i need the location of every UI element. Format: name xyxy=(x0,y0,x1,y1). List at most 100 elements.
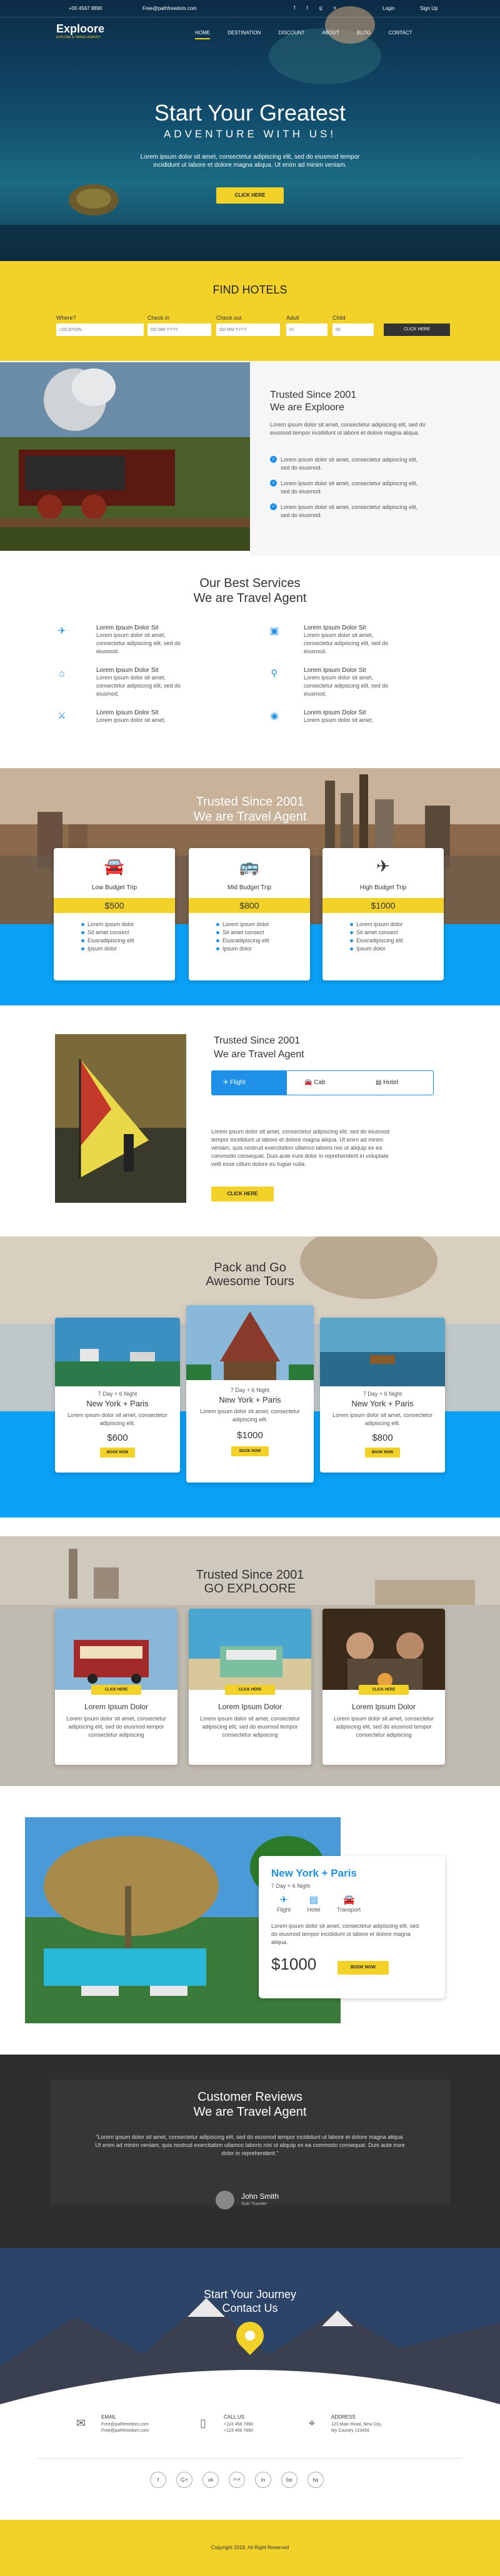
journey-title: Start Your Journey xyxy=(203,2288,297,2301)
nav-destination[interactable]: DESTINATION xyxy=(228,30,261,36)
find-button[interactable]: CLICK HERE xyxy=(384,323,450,336)
tour-image xyxy=(186,1305,314,1380)
deal-card: New York + Paris 7 Day + 6 Night ✈ Flight… xyxy=(259,1856,445,1998)
reviews-title: Customer Reviews xyxy=(198,2090,302,2104)
check-icon: ✓ xyxy=(270,456,277,463)
plan-feature: Sit amet consect xyxy=(350,929,431,937)
car-icon: 🚘 xyxy=(104,857,125,876)
services-section: Our Best Services We are Travel Agent ✈ L… xyxy=(0,556,500,724)
copyright: Copyright 2019, All Right Reserved xyxy=(211,2545,289,2550)
hotel-icon: ▤ xyxy=(376,1079,384,1086)
contact-label: ADDRESS xyxy=(331,2414,356,2420)
nav-discount[interactable]: DISCOUNT xyxy=(279,30,305,36)
deal-text: Lorem ipsum dolor sit amet, consectetur … xyxy=(271,1923,419,1945)
explore-image xyxy=(322,1609,445,1690)
vk-icon[interactable]: vk xyxy=(202,2472,219,2488)
tour-book-button[interactable]: BOOK NOW xyxy=(365,1448,400,1458)
tab-cab[interactable]: 🚘 Cab xyxy=(292,1071,361,1095)
tours-title: Pack and Go xyxy=(214,1261,286,1275)
bullet-icon xyxy=(350,947,353,951)
phone-icon: ▯ xyxy=(200,2417,206,2429)
plan-price: $800 xyxy=(189,898,310,913)
museum-icon: ⌂ xyxy=(59,668,65,679)
social-top-icons[interactable]: f t g v xyxy=(294,5,341,11)
service-text: Lorem ipsum dolor sit amet, consectetur … xyxy=(304,674,389,697)
tabs-title: Trusted Since 2001 xyxy=(214,1035,301,1046)
nav-blog[interactable]: BLOG xyxy=(357,30,371,36)
find-title: FIND HOTELS xyxy=(212,284,288,296)
journey-section: Start Your Journey Contact Us xyxy=(0,2248,500,2404)
deal-feature-flight: ✈ Flight xyxy=(271,1895,296,1914)
tour-book-button[interactable]: BOOK NOW xyxy=(231,1446,269,1456)
plane-icon: ✈ xyxy=(376,857,390,876)
contact-line1: Free@pathfreedom.com xyxy=(101,2422,149,2427)
deal-book-button[interactable]: BOOK NOW xyxy=(338,1961,389,1975)
checkout-input[interactable] xyxy=(216,323,280,336)
explore-card-title: Lorem Ipsum Dolor xyxy=(218,1702,282,1711)
bus-icon: 🚌 xyxy=(239,857,260,876)
linkedin-icon[interactable]: in xyxy=(255,2472,271,2488)
explore-title2: GO EXPLOORE xyxy=(204,1582,296,1596)
plan-card-2: 🚌 Mid Budget Trip $800 Lorem ipsum dolor… xyxy=(189,848,310,980)
hero-button[interactable]: CLICK HERE xyxy=(216,187,284,204)
tour-days: 7 Day + 6 Night xyxy=(98,1391,138,1397)
deal-section: New York + Paris 7 Day + 6 Night ✈ Flight… xyxy=(0,1786,500,2055)
signup-link[interactable]: Sign Up xyxy=(420,6,438,11)
services-title2: We are Travel Agent xyxy=(193,591,307,605)
tabs-title2: We are Travel Agent xyxy=(214,1049,304,1060)
trusted-item-text: Lorem ipsum dolor sit amet, consectetur … xyxy=(281,456,418,471)
tab-flight[interactable]: ✈ Flight xyxy=(212,1071,287,1095)
pricing-title: Trusted Since 2001 xyxy=(196,795,304,809)
child-input[interactable] xyxy=(332,323,374,336)
tour-price: $600 xyxy=(107,1433,128,1443)
explore-button[interactable]: CLICK HERE xyxy=(91,1685,141,1695)
service-item-6: ◉ Lorem Ipsum Dolor Sit Lorem ipsum dolor … xyxy=(269,709,419,724)
journey-title2: Contact Us xyxy=(222,2302,278,2314)
hero-subtitle: ADVENTURE WITH US! xyxy=(163,128,337,140)
location-input[interactable] xyxy=(56,323,144,336)
tour-card-2: 7 Day + 6 Night New York + Paris Lorem i… xyxy=(186,1305,314,1483)
login-link[interactable]: Login xyxy=(382,6,395,11)
trusted-item-1: ✓ Lorem ipsum dolor sit amet, consectetur… xyxy=(270,456,432,472)
bullet-icon xyxy=(216,947,219,951)
logo[interactable]: Exploore EXPLORE & TRAVEL AGENCY xyxy=(56,22,104,39)
bullet-icon xyxy=(81,939,84,943)
cutlery-icon: ⚔ xyxy=(58,711,66,721)
service-title: Lorem Ipsum Dolor Sit xyxy=(96,709,159,716)
logo-tagline: EXPLORE & TRAVEL AGENCY xyxy=(56,36,101,39)
plan-feature: Eiusradipiscing elit xyxy=(81,937,162,945)
twitter-icon[interactable]: tw xyxy=(308,2472,324,2488)
nav-about[interactable]: ABOUT xyxy=(322,30,339,36)
plan-feature: Ipsum dolor xyxy=(350,945,431,953)
child-label: Child xyxy=(332,315,346,321)
explore-button[interactable]: CLICK HERE xyxy=(225,1685,275,1695)
googleplus-icon[interactable]: G+ xyxy=(176,2472,192,2488)
facebook-icon[interactable]: f xyxy=(150,2472,166,2488)
checkin-input[interactable] xyxy=(148,323,211,336)
nav-home[interactable]: HOME xyxy=(195,30,210,39)
tabs-button[interactable]: CLICK HERE xyxy=(211,1187,274,1202)
adult-input[interactable] xyxy=(286,323,328,336)
plan-card-3: ✈ High Budget Trip $1000 Lorem ipsum dol… xyxy=(322,848,444,980)
feature-text: Sit amet consect xyxy=(222,929,264,935)
service-text: Lorem ipsum dolor sit amet, consectetur … xyxy=(96,717,166,723)
behance-icon[interactable]: be xyxy=(281,2472,298,2488)
plan-feature: Ipsum dolor xyxy=(216,945,298,953)
explore-card-2: CLICK HERE Lorem Ipsum Dolor Lorem ipsum… xyxy=(189,1609,311,1765)
reviews-title2: We are Travel Agent xyxy=(193,2105,307,2119)
plan-feature: Lorem ipsum dolor xyxy=(350,920,431,929)
explore-button[interactable]: CLICK HERE xyxy=(359,1685,409,1695)
tour-book-button[interactable]: BOOK NOW xyxy=(100,1448,135,1458)
nav-contact[interactable]: CONTACT xyxy=(388,30,412,36)
main-nav: HOME DESTINATION DISCOUNT ABOUT BLOG CON… xyxy=(195,30,412,39)
feature-text: Lorem ipsum dolor xyxy=(356,921,403,927)
tab-label: Cab xyxy=(314,1079,326,1086)
check-icon: ✓ xyxy=(270,503,277,510)
deal-feature-label: Transport xyxy=(336,1907,361,1913)
service-item-3: ⌂ Lorem Ipsum Dolor Sit Lorem ipsum dolor … xyxy=(56,667,206,698)
contact-line1: +123 456 7890 xyxy=(224,2422,253,2427)
feature-text: Lorem ipsum dolor xyxy=(222,921,269,927)
feature-text: Sit amet consect xyxy=(88,929,129,935)
tab-hotel[interactable]: ▤ Hotel xyxy=(362,1071,431,1095)
youtube-icon[interactable]: in-yt xyxy=(229,2472,245,2488)
